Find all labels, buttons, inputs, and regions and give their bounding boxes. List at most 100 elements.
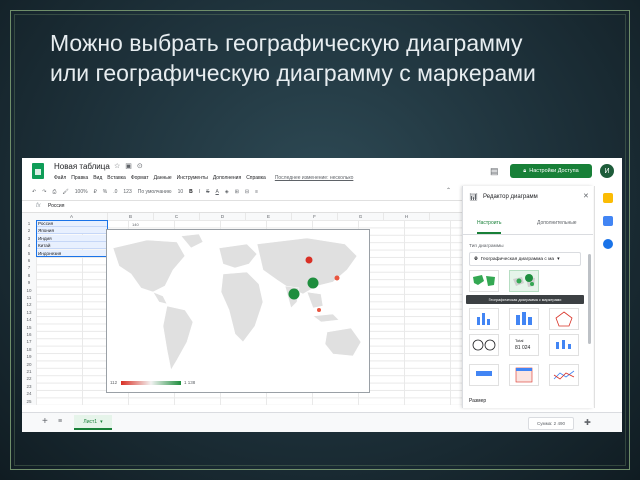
row-header-15[interactable]: 15	[22, 325, 36, 330]
row-header-16[interactable]: 16	[22, 332, 36, 337]
percent-format-button[interactable]: %	[103, 189, 107, 195]
chart-type-select[interactable]: 🌐︎ Географическая диаграмма с ма ▾	[469, 252, 581, 266]
column-header-h[interactable]: H	[384, 213, 430, 220]
table-chart-option[interactable]	[509, 364, 539, 386]
all-sheets-icon[interactable]: ≡	[58, 418, 62, 425]
column-chart-option[interactable]	[469, 308, 499, 330]
close-icon[interactable]: ✕	[583, 192, 589, 200]
stacked-column-chart-option[interactable]	[509, 308, 539, 330]
line-chart-option[interactable]	[549, 364, 579, 386]
currency-format-button[interactable]: ₽	[94, 189, 97, 195]
menu-format[interactable]: Формат	[131, 175, 149, 181]
row-header-11[interactable]: 11	[22, 295, 36, 300]
star-icon[interactable]: ☆	[114, 163, 125, 170]
paint-format-icon[interactable]: 🖌︎	[62, 189, 68, 195]
row-header-22[interactable]: 22	[22, 376, 36, 381]
italic-button[interactable]: I	[199, 189, 200, 195]
row-header-18[interactable]: 18	[22, 347, 36, 352]
row-header-12[interactable]: 12	[22, 302, 36, 307]
geo-markers-chart-option[interactable]	[509, 270, 539, 292]
menu-view[interactable]: Вид	[93, 175, 102, 181]
sheet-tab-1[interactable]: Лист1 ▾	[74, 415, 112, 430]
move-folder-icon[interactable]: ▣	[125, 163, 137, 170]
tasks-icon[interactable]	[603, 216, 613, 226]
text-color-button[interactable]: A	[215, 189, 218, 195]
formula-input[interactable]: Россия	[48, 203, 64, 209]
row-header-19[interactable]: 19	[22, 354, 36, 359]
collapse-toolbar-icon[interactable]: ⌃	[446, 187, 451, 194]
candlestick-chart-option[interactable]	[549, 334, 579, 356]
menu-help[interactable]: Справка	[246, 175, 266, 181]
column-header-e[interactable]: E	[246, 213, 292, 220]
tab-setup[interactable]: Настроить	[477, 220, 502, 234]
zoom-select[interactable]: 100%	[75, 189, 88, 195]
keep-icon[interactable]	[603, 193, 613, 203]
row-header-20[interactable]: 20	[22, 362, 36, 367]
column-header-a[interactable]: A	[36, 213, 108, 220]
share-button[interactable]: 🔒︎ Настройки Доступа	[510, 164, 592, 178]
row-header-1[interactable]: 1	[22, 221, 36, 226]
row-header-8[interactable]: 8	[22, 273, 36, 278]
bold-button[interactable]: B	[189, 189, 193, 195]
row-header-7[interactable]: 7	[22, 265, 36, 270]
row-header-6[interactable]: 6	[22, 258, 36, 263]
row-header-10[interactable]: 10	[22, 288, 36, 293]
geo-chart[interactable]: 112 1 138	[106, 229, 370, 393]
decimal-format-button[interactable]: .0	[113, 189, 117, 195]
marker-china[interactable]	[307, 277, 319, 289]
row-header-4[interactable]: 4	[22, 243, 36, 248]
borders-icon[interactable]: ⊞	[235, 189, 239, 195]
editor-scrollbar[interactable]	[588, 254, 591, 404]
last-edit-link[interactable]: Последнее изменение: несколько	[275, 175, 354, 181]
menu-addons[interactable]: Дополнения	[213, 175, 241, 181]
fill-color-icon[interactable]: ◈	[225, 189, 229, 195]
redo-icon[interactable]: ↷	[42, 189, 46, 195]
align-icon[interactable]: ≡	[255, 189, 258, 195]
row-header-17[interactable]: 17	[22, 339, 36, 344]
row-header-21[interactable]: 21	[22, 369, 36, 374]
row-header-3[interactable]: 3	[22, 236, 36, 241]
calendar-icon[interactable]	[603, 239, 613, 249]
row-header-13[interactable]: 13	[22, 310, 36, 315]
tab-customize[interactable]: Дополнительные	[537, 220, 577, 226]
strikethrough-button[interactable]: S	[206, 189, 209, 195]
font-select[interactable]: По умолчанию	[138, 189, 172, 195]
more-formats-button[interactable]: 123	[123, 189, 131, 195]
menu-data[interactable]: Данные	[154, 175, 172, 181]
row-header-5[interactable]: 5	[22, 251, 36, 256]
column-header-b[interactable]: B	[108, 213, 154, 220]
row-header-24[interactable]: 24	[22, 391, 36, 396]
comments-icon[interactable]: ▤	[490, 166, 499, 177]
row-header-14[interactable]: 14	[22, 317, 36, 322]
column-header-f[interactable]: F	[292, 213, 338, 220]
menu-edit[interactable]: Правка	[71, 175, 88, 181]
marker-indonesia[interactable]	[317, 308, 321, 312]
row-header-25[interactable]: 25	[22, 399, 36, 404]
menu-file[interactable]: Файл	[54, 175, 66, 181]
marker-japan[interactable]	[334, 275, 340, 281]
sheets-logo-icon[interactable]	[32, 163, 44, 179]
row-header-9[interactable]: 9	[22, 280, 36, 285]
marker-russia[interactable]	[305, 256, 313, 264]
row-header-2[interactable]: 2	[22, 228, 36, 233]
avatar[interactable]: И	[600, 164, 614, 178]
menu-insert[interactable]: Вставка	[107, 175, 126, 181]
font-size-select[interactable]: 10	[178, 189, 184, 195]
print-icon[interactable]: ⎙	[52, 189, 56, 195]
add-sheet-icon[interactable]: +	[42, 416, 48, 427]
geo-chart-option[interactable]	[469, 270, 499, 292]
radar-chart-option[interactable]	[549, 308, 579, 330]
column-header-c[interactable]: C	[154, 213, 200, 220]
editor-scrollbar-thumb[interactable]	[588, 254, 591, 344]
sum-indicator[interactable]: Сумма: 2 490	[528, 417, 574, 430]
marker-india[interactable]	[288, 288, 300, 300]
scorecard-chart-option[interactable]: Total 81 024	[509, 334, 539, 356]
menu-tools[interactable]: Инструменты	[177, 175, 208, 181]
timeline-chart-option[interactable]	[469, 364, 499, 386]
merge-icon[interactable]: ⊟	[245, 189, 249, 195]
explore-icon[interactable]: ✚	[582, 417, 593, 428]
undo-icon[interactable]: ↶	[32, 189, 36, 195]
row-header-23[interactable]: 23	[22, 384, 36, 389]
column-header-g[interactable]: G	[338, 213, 384, 220]
column-header-d[interactable]: D	[200, 213, 246, 220]
